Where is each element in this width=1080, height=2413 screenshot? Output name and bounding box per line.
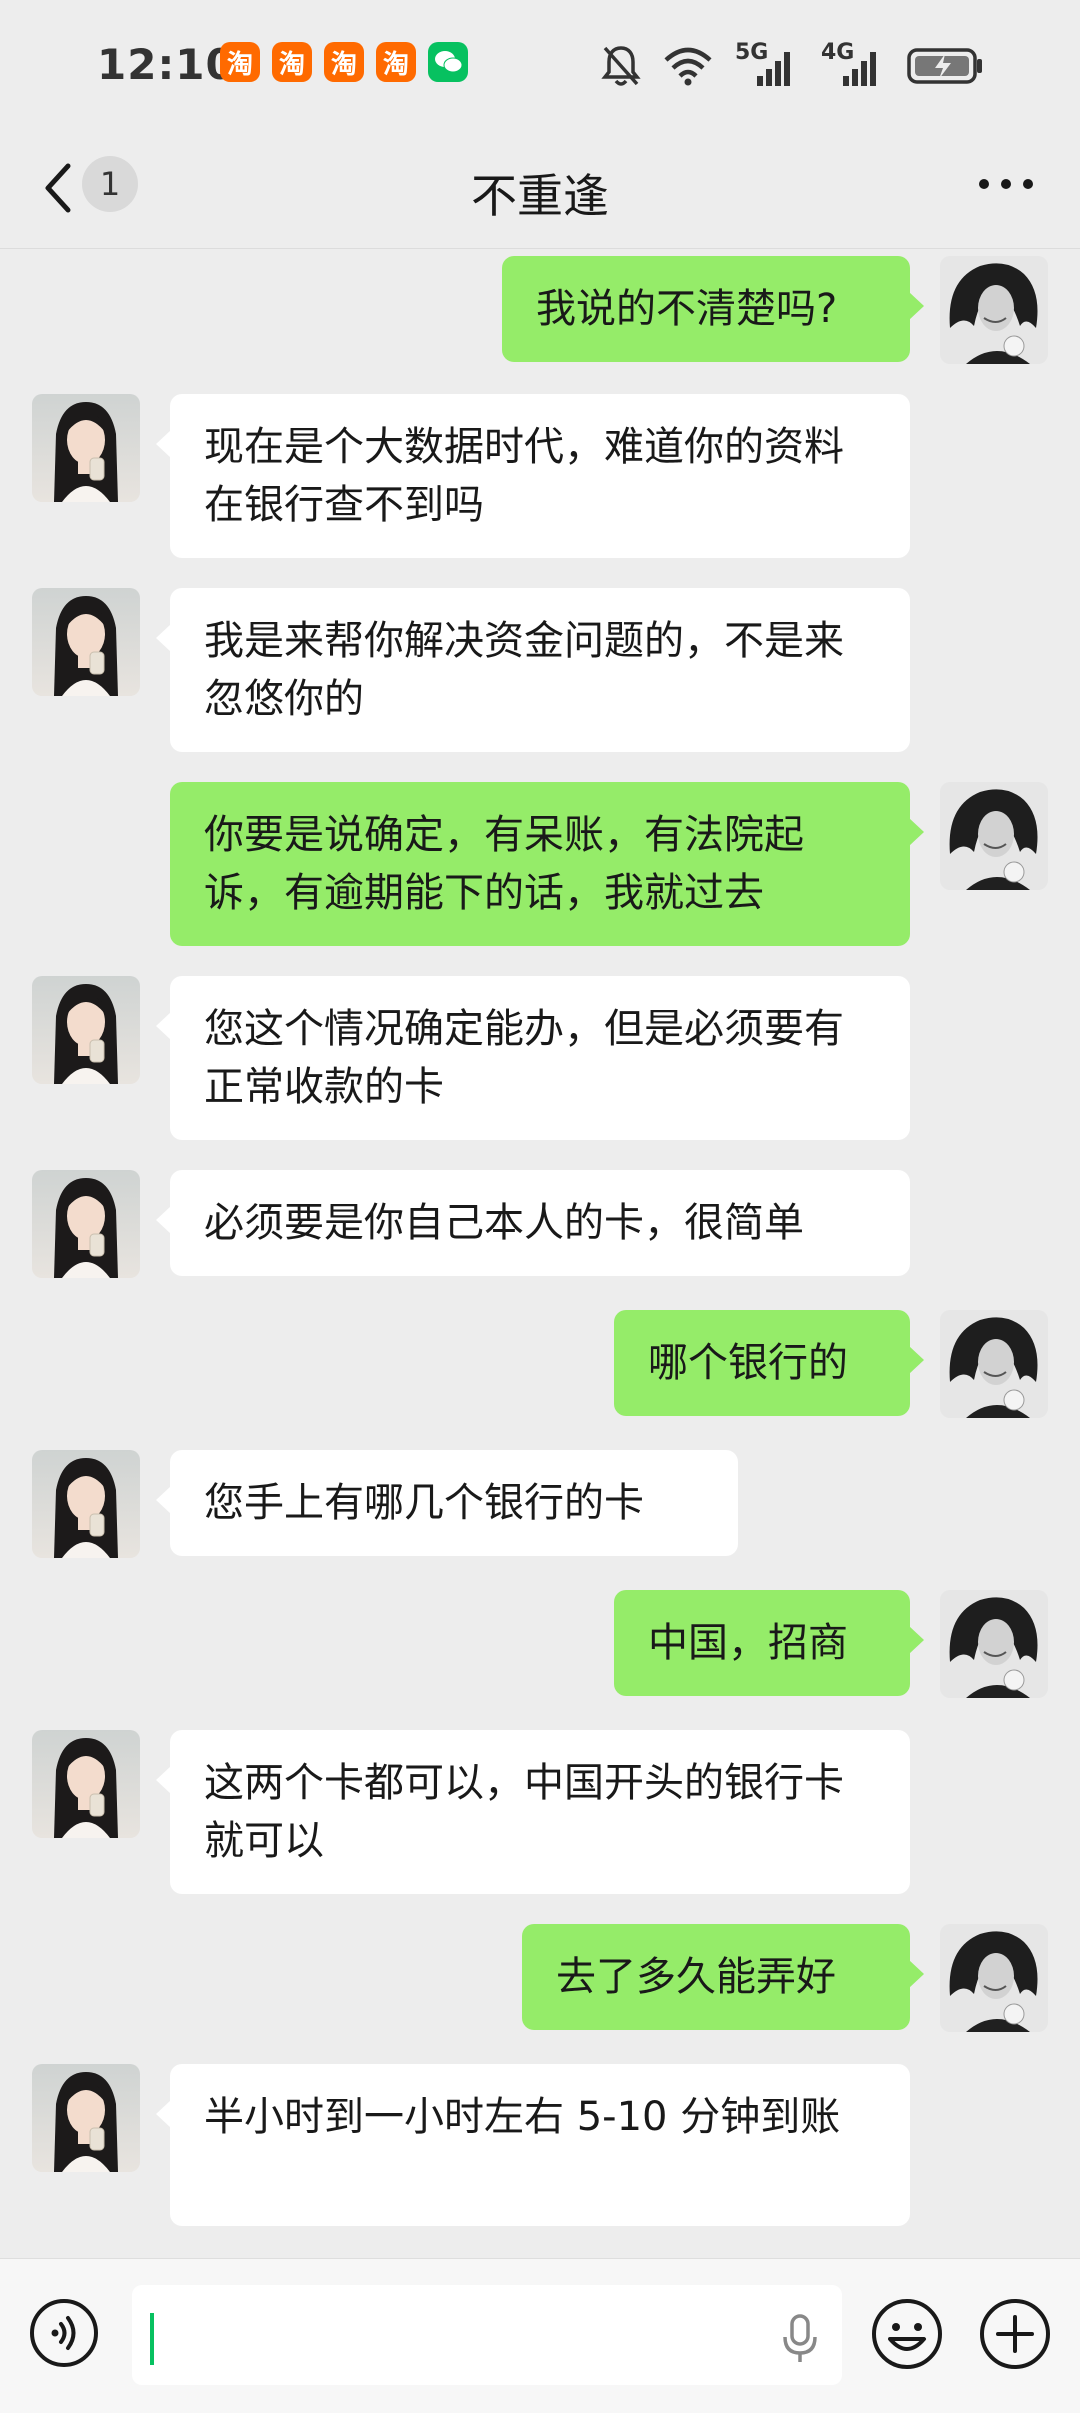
outgoing-message: 去了多久能弄好 [0, 1924, 1080, 2032]
text-cursor [150, 2313, 154, 2365]
message-bubble[interactable]: 中国，招商 [614, 1590, 924, 1696]
contact-avatar[interactable] [32, 976, 140, 1084]
message-bubble[interactable]: 我是来帮你解决资金问题的，不是来忽悠你的 [156, 588, 910, 752]
notification-icons: 淘淘淘淘 [220, 42, 468, 82]
message-bubble[interactable]: 您这个情况确定能办，但是必须要有正常收款的卡 [156, 976, 910, 1140]
taobao-icon: 淘 [324, 42, 364, 82]
my-avatar[interactable] [940, 1310, 1048, 1418]
status-time: 12:10 [97, 40, 236, 89]
signal-4g-icon: 4G [821, 40, 885, 88]
microphone-icon[interactable] [780, 2313, 820, 2365]
incoming-message: 这两个卡都可以，中国开头的银行卡就可以 [0, 1730, 1080, 1894]
my-avatar[interactable] [940, 782, 1048, 890]
app-icon-glyph: 淘 [226, 49, 253, 80]
message-bubble[interactable]: 现在是个大数据时代，难道你的资料在银行查不到吗 [156, 394, 910, 558]
contact-avatar[interactable] [32, 1170, 140, 1278]
emoji-icon[interactable] [870, 2297, 944, 2371]
chat-header: 1 不重逢 [0, 130, 1080, 249]
app-icon-glyph: 淘 [330, 49, 357, 80]
contact-avatar[interactable] [32, 1730, 140, 1838]
battery-charging-icon [907, 48, 982, 84]
outgoing-message: 哪个银行的 [0, 1310, 1080, 1418]
message-list[interactable]: 我说的不清楚吗? 现在是个大数据时代，难道你的资料在银行查不到吗 我是来帮你解决资金… [0, 248, 1080, 2258]
contact-avatar[interactable] [32, 588, 140, 696]
plus-icon[interactable] [978, 2297, 1052, 2371]
message-bubble[interactable]: 我说的不清楚吗? [502, 256, 924, 362]
message-bubble[interactable]: 您手上有哪几个银行的卡 [156, 1450, 738, 1556]
app-icon-glyph: 淘 [382, 49, 409, 80]
message-bubble[interactable]: 哪个银行的 [614, 1310, 924, 1416]
my-avatar[interactable] [940, 256, 1048, 364]
my-avatar[interactable] [940, 1924, 1048, 2032]
message-bubble[interactable]: 半小时到一小时左右 5-10 分钟到账 [156, 2064, 910, 2226]
app-icon-glyph: 淘 [278, 49, 305, 80]
page-title: 不重逢 [471, 169, 609, 223]
my-avatar[interactable] [940, 1590, 1048, 1698]
message-bubble[interactable]: 去了多久能弄好 [522, 1924, 924, 2030]
incoming-message: 我是来帮你解决资金问题的，不是来忽悠你的 [0, 588, 1080, 752]
message-bubble[interactable]: 这两个卡都可以，中国开头的银行卡就可以 [156, 1730, 910, 1894]
outgoing-message: 中国，招商 [0, 1590, 1080, 1698]
status-bar: 12:10 淘淘淘淘 5G 4G [0, 0, 1080, 130]
contact-avatar[interactable] [32, 1450, 140, 1558]
incoming-message: 您手上有哪几个银行的卡 [0, 1450, 1080, 1558]
taobao-icon: 淘 [220, 42, 260, 82]
system-icons: 5G 4G [601, 40, 985, 88]
contact-avatar[interactable] [32, 394, 140, 502]
input-bar [0, 2258, 1080, 2413]
message-bubble[interactable]: 必须要是你自己本人的卡，很简单 [156, 1170, 910, 1276]
outgoing-message: 我说的不清楚吗? [0, 256, 1080, 364]
incoming-message: 半小时到一小时左右 5-10 分钟到账 [0, 2064, 1080, 2226]
wifi-icon [664, 47, 712, 86]
message-input[interactable] [132, 2285, 842, 2385]
incoming-message: 您这个情况确定能办，但是必须要有正常收款的卡 [0, 976, 1080, 1140]
outgoing-message: 你要是说确定，有呆账，有法院起诉，有逾期能下的话，我就过去 [0, 782, 1080, 946]
incoming-message: 现在是个大数据时代，难道你的资料在银行查不到吗 [0, 394, 1080, 558]
signal-5g-icon: 5G [735, 40, 799, 88]
more-options-icon[interactable] [976, 174, 1036, 194]
incoming-message: 必须要是你自己本人的卡，很简单 [0, 1170, 1080, 1278]
taobao-icon: 淘 [272, 42, 312, 82]
message-bubble[interactable]: 你要是说确定，有呆账，有法院起诉，有逾期能下的话，我就过去 [170, 782, 924, 946]
wechat-icon [428, 42, 468, 82]
taobao-icon: 淘 [376, 42, 416, 82]
voice-input-icon[interactable] [28, 2297, 100, 2369]
contact-avatar[interactable] [32, 2064, 140, 2172]
mute-bell-icon [601, 46, 641, 86]
